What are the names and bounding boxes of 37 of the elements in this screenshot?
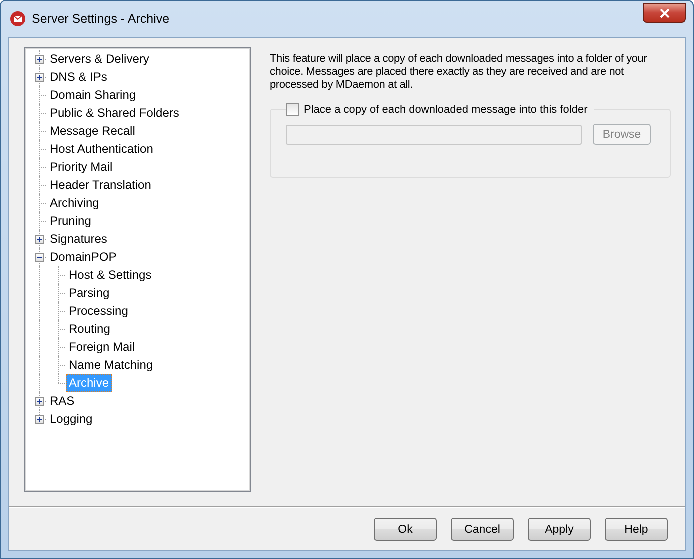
tree-item[interactable]: DNS & IPs [47, 68, 110, 86]
tree-item[interactable]: Name Matching [66, 356, 156, 374]
tree-item[interactable]: Message Recall [47, 122, 138, 140]
dialog-button[interactable]: Cancel [451, 518, 514, 541]
checkbox-label[interactable]: Place a copy of each downloaded message into this folder [304, 104, 588, 116]
description-text: This feature will place a copy of each downloaded messages into a folder of your choice. Messages are placed there exactly as they are received and are not processed by MDaemon at all. [270, 53, 648, 92]
tree-item[interactable]: RAS [47, 392, 78, 410]
close-icon [660, 8, 670, 18]
dialog-button[interactable]: Apply [528, 518, 591, 541]
window-title: Server Settings - Archive [32, 12, 171, 26]
tree-item[interactable]: Processing [66, 302, 132, 320]
tree-item[interactable]: Host & Settings [66, 266, 155, 284]
tree-item[interactable]: Header Translation [47, 176, 154, 194]
expand-icon[interactable] [35, 415, 44, 424]
tree-item[interactable]: Domain Sharing [47, 86, 140, 104]
dialog-button[interactable]: Ok [374, 518, 437, 541]
tree-item[interactable]: Signatures [47, 230, 110, 248]
expand-icon[interactable] [35, 73, 44, 82]
tree-item[interactable]: Priority Mail [47, 158, 116, 176]
tree-item[interactable]: Routing [66, 320, 114, 338]
tree-item[interactable]: Archiving [47, 194, 102, 212]
expand-icon[interactable] [35, 397, 44, 406]
tree-item[interactable]: Parsing [66, 284, 113, 302]
close-button[interactable] [643, 3, 686, 23]
tree-item[interactable]: Host Authentication [47, 140, 156, 158]
checkbox[interactable] [286, 103, 299, 116]
tree-item[interactable]: Public & Shared Folders [47, 104, 182, 122]
expand-icon[interactable] [35, 235, 44, 244]
tree-item[interactable]: Logging [47, 410, 96, 428]
tree-item[interactable]: DomainPOP [47, 248, 120, 266]
tree-item[interactable]: Servers & Delivery [47, 50, 152, 68]
tree-item[interactable]: Pruning [47, 212, 94, 230]
app-icon [10, 11, 26, 27]
collapse-icon[interactable] [35, 253, 44, 262]
expand-icon[interactable] [35, 55, 44, 64]
dialog-button[interactable]: Help [605, 518, 668, 541]
tree-item[interactable]: Foreign Mail [66, 338, 138, 356]
